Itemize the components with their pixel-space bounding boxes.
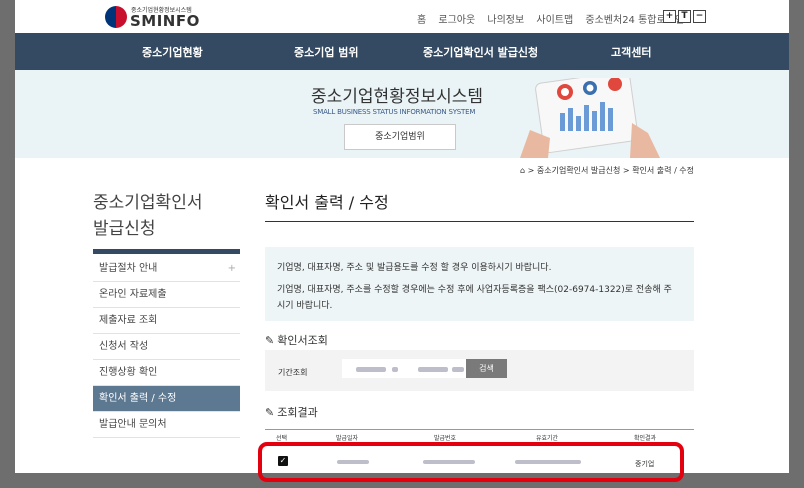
period-label: 기간조회 xyxy=(278,368,308,377)
hero-banner: 중소기업현황정보시스템 SMALL BUSINESS STATUS INFORM… xyxy=(0,70,804,158)
notice-box: 기업명, 대표자명, 주소 및 발급용도를 수정 할 경우 이용하시기 바랍니다… xyxy=(265,247,694,321)
main-navigation: 중소기업현황 중소기업 범위 중소기업확인서 발급신청 고객센터 xyxy=(0,33,804,70)
content-area: ⌂ > 중소기업확인서 발급신청 > 확인서 출력 / 수정 중소기업확인서 발… xyxy=(0,158,804,488)
breadcrumb-current: 확인서 출력 / 수정 xyxy=(632,166,695,175)
result-section-heading: ✎ 조회결과 xyxy=(265,404,318,420)
sidebar-item-label: 확인서 출력 / 수정 xyxy=(99,393,177,404)
col-valid-period: 유효기간 xyxy=(536,435,559,442)
sidebar-title: 중소기업확인서 발급신청 xyxy=(93,190,202,242)
font-reset-button[interactable]: T xyxy=(678,10,691,23)
nav-sme-status[interactable]: 중소기업현황 xyxy=(142,44,203,60)
logo-text: SMINFO xyxy=(130,12,200,30)
edit-icon: ✎ xyxy=(265,334,275,347)
search-form: 기간조회 검색 xyxy=(265,350,694,391)
hero-title: 중소기업현황정보시스템 xyxy=(311,87,484,107)
redacted-date-start xyxy=(356,367,386,372)
nav-sme-range[interactable]: 중소기업 범위 xyxy=(294,44,359,60)
redacted-date-end xyxy=(452,367,464,372)
page: 중소기업현황정보시스템 SMINFO 홈 로그아웃 나의정보 사이트맵 중소벤처… xyxy=(0,0,804,488)
highlight-box xyxy=(258,442,684,482)
sidebar-item-label: 발급절차 안내 xyxy=(99,263,158,274)
page-title: 확인서 출력 / 수정 xyxy=(265,193,389,212)
search-section-heading: ✎ 확인서조회 xyxy=(265,332,328,348)
col-select: 선택 xyxy=(276,435,288,442)
frame-edge-right xyxy=(789,0,804,488)
sidebar-item-contact[interactable]: 발급안내 문의처 xyxy=(93,412,240,438)
frame-edge-left xyxy=(0,0,15,488)
col-result: 확인결과 xyxy=(634,435,657,442)
sidebar-item-label: 발급안내 문의처 xyxy=(99,419,167,430)
search-section-label: 확인서조회 xyxy=(277,334,328,347)
redacted-date-end xyxy=(418,367,448,372)
nav-customer-center[interactable]: 고객센터 xyxy=(611,44,651,60)
util-link-home[interactable]: 홈 xyxy=(417,15,426,26)
col-issue-date: 발급일자 xyxy=(336,435,359,442)
sidebar-item-label: 온라인 자료제출 xyxy=(99,289,167,300)
sidebar-title-line1: 중소기업확인서 xyxy=(93,193,203,213)
breadcrumb: ⌂ > 중소기업확인서 발급신청 > 확인서 출력 / 수정 xyxy=(520,166,695,175)
plus-icon: + xyxy=(227,263,236,274)
hero-subtitle: SMALL BUSINESS STATUS INFORMATION SYSTEM xyxy=(313,108,476,116)
sidebar-item-application-form[interactable]: 신청서 작성 xyxy=(93,334,240,360)
util-link-logout[interactable]: 로그아웃 xyxy=(438,15,475,26)
util-link-sitemap[interactable]: 사이트맵 xyxy=(536,15,573,26)
sidebar-item-submitted-lookup[interactable]: 제출자료 조회 xyxy=(93,308,240,334)
col-issue-number: 발급번호 xyxy=(434,435,457,442)
edit-icon: ✎ xyxy=(265,406,275,419)
period-input[interactable] xyxy=(342,359,467,378)
government-emblem-icon xyxy=(105,6,127,28)
search-button[interactable]: 검색 xyxy=(466,359,507,378)
result-section-label: 조회결과 xyxy=(277,406,318,419)
notice-line: 기업명, 대표자명, 주소 및 발급용도를 수정 할 경우 이용하시기 바랍니다… xyxy=(277,263,552,273)
nav-certificate-application[interactable]: 중소기업확인서 발급신청 xyxy=(423,44,538,60)
notice-line: 기업명, 대표자명, 주소를 수정할 경우에는 수정 후에 사업자등록증을 팩스… xyxy=(277,285,672,295)
font-decrease-button[interactable]: − xyxy=(693,10,706,23)
title-divider xyxy=(265,221,694,222)
sidebar-item-progress-check[interactable]: 진행상황 확인 xyxy=(93,360,240,386)
home-icon[interactable]: ⌂ xyxy=(520,166,525,175)
redacted-date-start xyxy=(392,367,398,372)
utility-links: 홈 로그아웃 나의정보 사이트맵 중소벤처24 통합로그인 xyxy=(417,11,693,26)
sidebar-item-issue-procedure[interactable]: 발급절차 안내 + xyxy=(93,256,240,282)
breadcrumb-item[interactable]: 중소기업확인서 발급신청 xyxy=(537,166,621,175)
sidebar-item-label: 제출자료 조회 xyxy=(99,315,158,326)
utility-bar: 중소기업현황정보시스템 SMINFO 홈 로그아웃 나의정보 사이트맵 중소벤처… xyxy=(0,0,804,33)
font-size-controls: + T − xyxy=(663,10,706,23)
util-link-myinfo[interactable]: 나의정보 xyxy=(487,15,524,26)
sidebar-item-label: 신청서 작성 xyxy=(99,341,149,352)
sidebar-item-print-edit[interactable]: 확인서 출력 / 수정 xyxy=(93,386,240,412)
sidebar-item-label: 진행상황 확인 xyxy=(99,367,158,378)
notice-line: 시기 바랍니다. xyxy=(277,301,333,311)
sidebar-menu: 발급절차 안내 + 온라인 자료제출 제출자료 조회 신청서 작성 진행상황 확… xyxy=(93,256,240,438)
sidebar-title-line2: 발급신청 xyxy=(93,219,156,239)
sme-range-button[interactable]: 중소기업범위 xyxy=(344,124,456,150)
font-increase-button[interactable]: + xyxy=(663,10,676,23)
tablet-illustration xyxy=(520,78,660,158)
sidebar-divider xyxy=(93,249,240,254)
sidebar-item-online-submit[interactable]: 온라인 자료제출 xyxy=(93,282,240,308)
